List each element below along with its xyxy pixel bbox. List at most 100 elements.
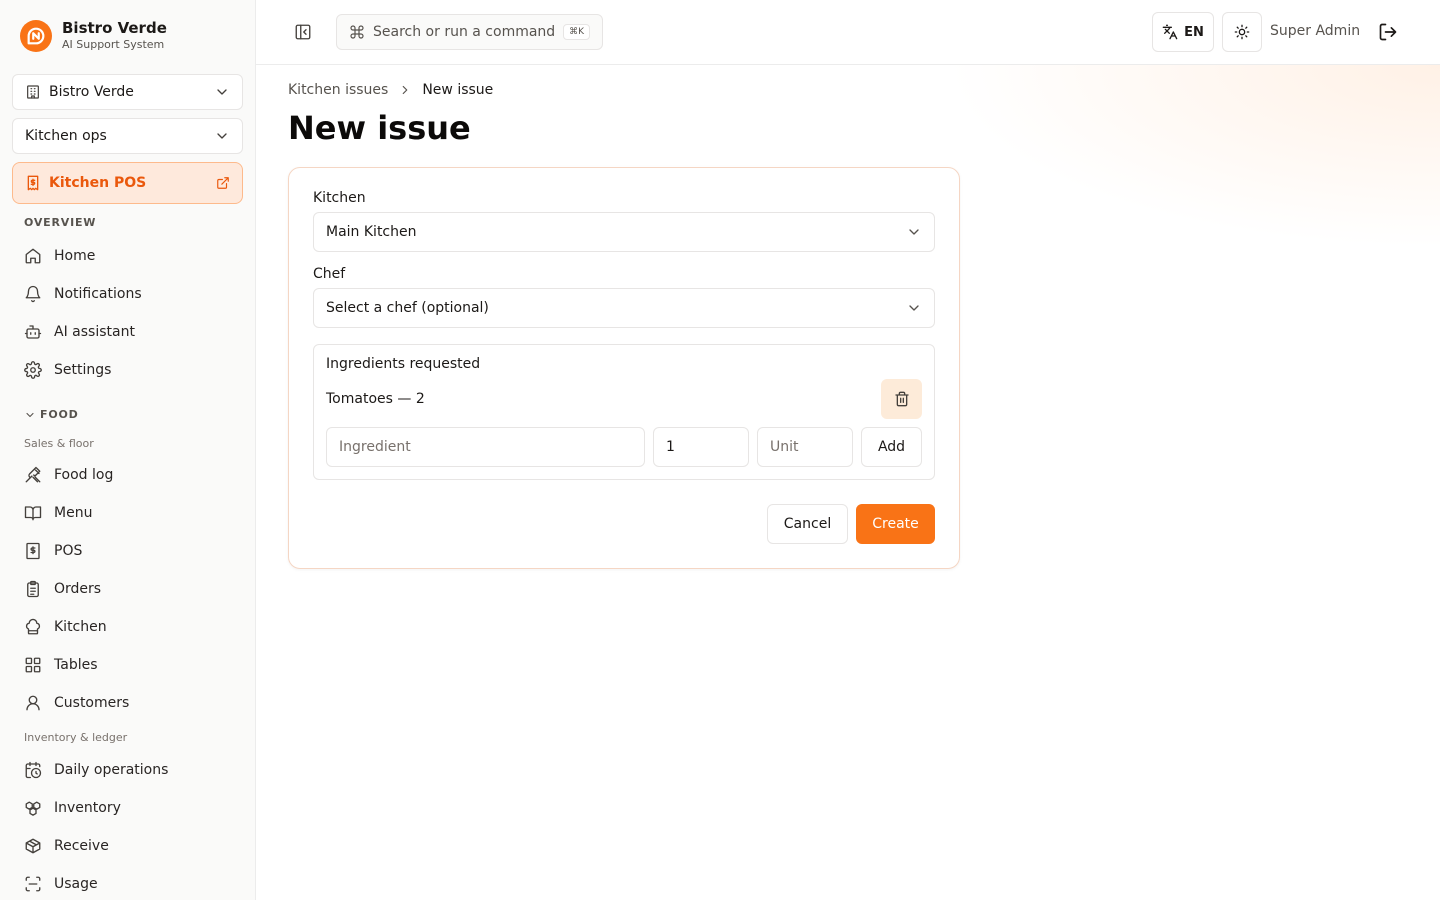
- sidebar-item-orders[interactable]: Orders: [12, 572, 243, 606]
- receipt-icon: [24, 542, 42, 560]
- theme-toggle-button[interactable]: [1222, 12, 1262, 52]
- sidebar-item-label: Receive: [54, 838, 109, 854]
- chevron-down-icon: [24, 409, 36, 421]
- brand-logo-icon: [20, 20, 52, 52]
- chevron-down-icon: [906, 300, 922, 316]
- utensils-icon: [24, 466, 42, 484]
- sidebar-item-home[interactable]: Home: [12, 239, 243, 273]
- kitchen-select-value: Main Kitchen: [326, 224, 417, 240]
- kitchen-pos-label: Kitchen POS: [49, 175, 147, 191]
- sidebar-item-ai-assistant[interactable]: AI assistant: [12, 315, 243, 349]
- sidebar-item-settings[interactable]: Settings: [12, 353, 243, 387]
- chevron-down-icon: [214, 128, 230, 144]
- sidebar: Bistro Verde AI Support System Bistro Ve…: [0, 0, 256, 900]
- sidebar-item-receive[interactable]: Receive: [12, 829, 243, 863]
- sidebar-toggle-icon[interactable]: [294, 23, 312, 41]
- sidebar-item-kitchen[interactable]: Kitchen: [12, 610, 243, 644]
- inventory-ledger-label: Inventory & ledger: [24, 731, 128, 744]
- breadcrumb-current: New issue: [422, 82, 494, 98]
- sidebar-item-customers[interactable]: Customers: [12, 686, 243, 720]
- book-icon: [24, 504, 42, 522]
- command-search[interactable]: Search or run a command ⌘K: [336, 14, 603, 50]
- topbar: Search or run a command ⌘K EN Super Admi…: [256, 0, 1440, 65]
- gear-icon: [24, 361, 42, 379]
- search-shortcut: ⌘K: [563, 24, 590, 40]
- building-icon: [25, 84, 41, 100]
- chevron-right-icon: [398, 83, 412, 97]
- cancel-button[interactable]: Cancel: [767, 504, 848, 544]
- brand[interactable]: Bistro Verde AI Support System: [20, 19, 167, 52]
- ingredient-item: Tomatoes — 2: [326, 391, 425, 407]
- chef-select-value: Select a chef (optional): [326, 300, 489, 316]
- sidebar-item-inventory[interactable]: Inventory: [12, 791, 243, 825]
- sidebar-item-label: Daily operations: [54, 762, 169, 778]
- translate-icon: [1162, 24, 1178, 40]
- food-section-toggle[interactable]: FOOD: [24, 408, 79, 421]
- quantity-input[interactable]: [653, 427, 749, 467]
- user-icon: [24, 694, 42, 712]
- brand-subtitle: AI Support System: [62, 38, 165, 52]
- main-content: Kitchen issues New issue New issue Kitch…: [256, 65, 1440, 900]
- kitchen-pos-button[interactable]: Kitchen POS: [12, 162, 243, 204]
- chef-hat-icon: [24, 618, 42, 636]
- grid-icon: [24, 656, 42, 674]
- sidebar-item-label: Kitchen: [54, 619, 107, 635]
- sidebar-item-label: POS: [54, 543, 83, 559]
- breadcrumb-link-kitchen-issues[interactable]: Kitchen issues: [288, 82, 388, 98]
- sun-icon: [1234, 24, 1250, 40]
- bot-icon: [24, 323, 42, 341]
- delete-ingredient-button[interactable]: [881, 379, 922, 419]
- command-icon: [349, 24, 365, 40]
- ingredients-title: Ingredients requested: [326, 356, 481, 372]
- language-button[interactable]: EN: [1152, 12, 1214, 52]
- kitchen-select[interactable]: Main Kitchen: [313, 212, 935, 252]
- food-section-label: FOOD: [40, 408, 79, 421]
- sidebar-item-label: Tables: [54, 657, 98, 673]
- ingredient-input[interactable]: [326, 427, 645, 467]
- workspace-select-value: Kitchen ops: [25, 128, 107, 144]
- new-issue-form: Kitchen Main Kitchen Chef Select a chef …: [288, 167, 960, 569]
- kitchen-label: Kitchen: [313, 190, 366, 206]
- calendar-clock-icon: [24, 761, 42, 779]
- sidebar-item-label: Orders: [54, 581, 102, 597]
- breadcrumb: Kitchen issues New issue: [288, 82, 493, 98]
- boxes-icon: [24, 799, 42, 817]
- sales-floor-label: Sales & floor: [24, 437, 94, 450]
- sidebar-item-menu[interactable]: Menu: [12, 496, 243, 530]
- search-placeholder: Search or run a command: [373, 24, 556, 40]
- unit-input[interactable]: [757, 427, 853, 467]
- sidebar-item-label: Food log: [54, 467, 114, 483]
- sidebar-item-tables[interactable]: Tables: [12, 648, 243, 682]
- chevron-down-icon: [214, 84, 230, 100]
- sidebar-item-usage[interactable]: Usage: [12, 867, 243, 900]
- sidebar-item-label: Inventory: [54, 800, 121, 816]
- sidebar-item-notifications[interactable]: Notifications: [12, 277, 243, 311]
- page-title: New issue: [288, 109, 471, 147]
- restaurant-select[interactable]: Bistro Verde: [12, 74, 243, 110]
- scan-icon: [24, 875, 42, 893]
- sidebar-item-label: Home: [54, 248, 96, 264]
- clipboard-icon: [24, 580, 42, 598]
- create-button[interactable]: Create: [856, 504, 935, 544]
- sidebar-item-pos[interactable]: POS: [12, 534, 243, 568]
- sidebar-item-label: Usage: [54, 876, 98, 892]
- bell-icon: [24, 285, 42, 303]
- sidebar-item-label: Settings: [54, 362, 112, 378]
- package-icon: [24, 837, 42, 855]
- sidebar-item-label: Customers: [54, 695, 130, 711]
- logout-icon[interactable]: [1378, 22, 1398, 42]
- external-link-icon: [216, 176, 230, 190]
- restaurant-select-value: Bistro Verde: [49, 84, 134, 100]
- receipt-icon: [25, 175, 41, 191]
- home-icon: [24, 247, 42, 265]
- add-ingredient-button[interactable]: Add: [861, 427, 922, 467]
- sidebar-item-food-log[interactable]: Food log: [12, 458, 243, 492]
- ingredients-panel: Ingredients requested Tomatoes — 2 Add: [313, 344, 935, 480]
- sidebar-item-daily-operations[interactable]: Daily operations: [12, 753, 243, 787]
- overview-section-label: OVERVIEW: [24, 216, 97, 229]
- brand-name: Bistro Verde: [62, 19, 167, 38]
- sidebar-item-label: Menu: [54, 505, 93, 521]
- chef-select[interactable]: Select a chef (optional): [313, 288, 935, 328]
- user-name[interactable]: Super Admin: [1270, 23, 1360, 39]
- workspace-select[interactable]: Kitchen ops: [12, 118, 243, 154]
